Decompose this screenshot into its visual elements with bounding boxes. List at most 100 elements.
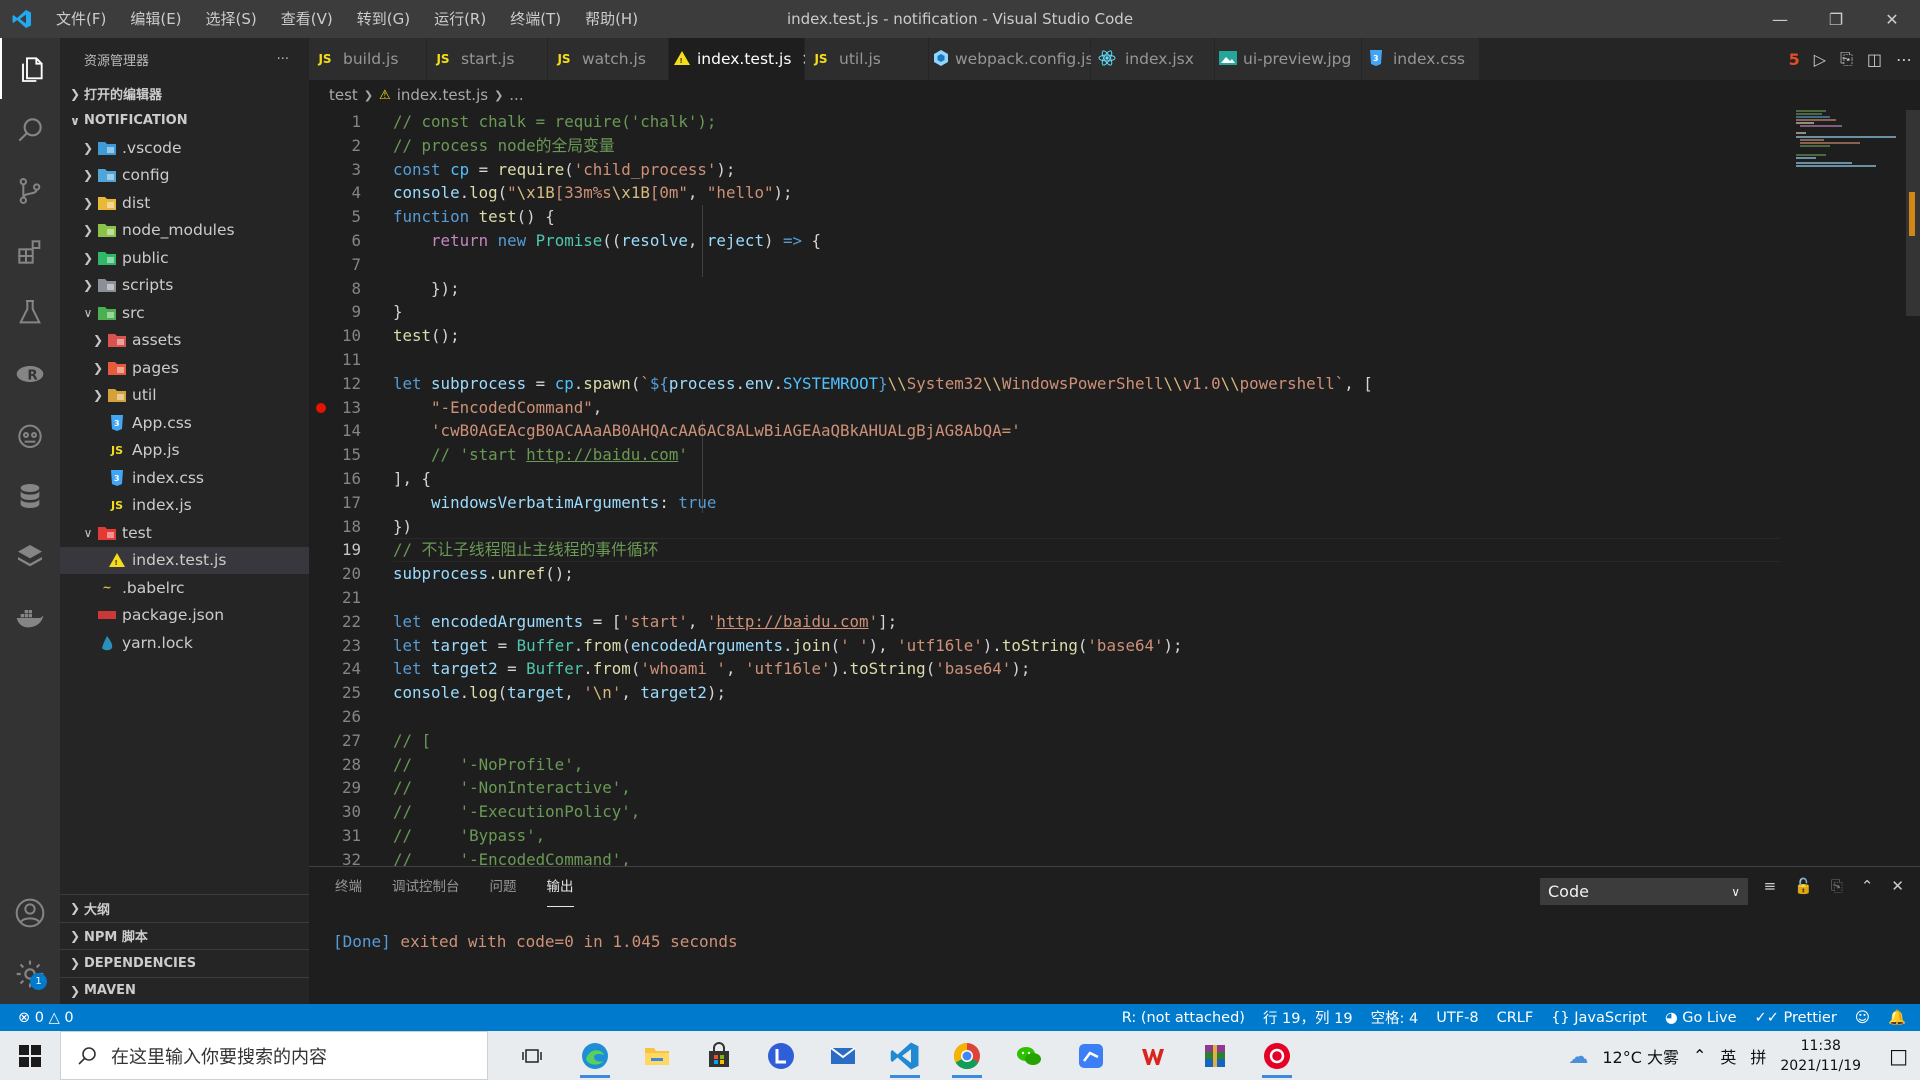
extensions-icon[interactable] — [0, 221, 60, 282]
weather-icon[interactable]: ☁ — [1568, 1044, 1588, 1068]
indentation[interactable]: 空格: 4 — [1371, 1007, 1419, 1028]
minimap[interactable] — [1794, 110, 1904, 170]
tree-file[interactable]: JS App.js — [60, 437, 309, 465]
editor-tab[interactable]: JS watch.js — [548, 38, 669, 80]
editor-tab[interactable]: webpack.config.js — [929, 38, 1094, 80]
editor-tab[interactable]: JS util.js — [805, 38, 929, 80]
file-explorer-icon[interactable] — [626, 1031, 688, 1080]
sidebar-section[interactable]: ❯ 大纲 — [60, 894, 309, 922]
menu-item[interactable]: 终端(T) — [498, 0, 573, 38]
settings-gear-icon[interactable]: 1 — [0, 943, 60, 1004]
editor-tab[interactable]: JS build.js — [309, 38, 427, 80]
weather-text[interactable]: 12°C 大雾 — [1602, 1044, 1679, 1068]
wps-icon[interactable] — [1122, 1031, 1184, 1080]
menu-item[interactable]: 编辑(E) — [118, 0, 193, 38]
menu-item[interactable]: 选择(S) — [194, 0, 269, 38]
close-window-button[interactable]: ✕ — [1864, 0, 1920, 38]
tree-file[interactable]: ! index.test.js — [60, 546, 309, 574]
tree-file[interactable]: ~ .babelrc — [60, 574, 309, 602]
chrome-icon[interactable] — [936, 1031, 998, 1080]
cursor-position[interactable]: 行 19，列 19 — [1263, 1007, 1353, 1028]
sidebar-section[interactable]: ❯ MAVEN — [60, 976, 309, 1005]
source-control-icon[interactable] — [0, 160, 60, 221]
breadcrumb-folder[interactable]: test — [329, 86, 358, 104]
explorer-icon[interactable] — [0, 38, 60, 99]
tree-file[interactable]: package.json — [60, 602, 309, 630]
tree-folder[interactable]: ❯ node_modules — [60, 217, 309, 245]
tree-folder[interactable]: ❯ dist — [60, 189, 309, 217]
open-changes-icon[interactable]: ⎘ — [1840, 49, 1853, 69]
menu-item[interactable]: 转到(G) — [345, 0, 422, 38]
tree-folder[interactable]: ∨ src — [60, 299, 309, 327]
r-status[interactable]: R: (not attached) — [1122, 1010, 1245, 1026]
split-editor-icon[interactable]: ◫ — [1867, 50, 1882, 69]
encoding[interactable]: UTF-8 — [1436, 1010, 1478, 1026]
restore-button[interactable]: ❐ — [1808, 0, 1864, 38]
language-mode[interactable]: {} JavaScript — [1551, 1010, 1647, 1026]
sidebar-section[interactable]: ❯ NPM 脚本 — [60, 921, 309, 950]
go-live-button[interactable]: ◕ Go Live — [1665, 1010, 1737, 1026]
project-section[interactable]: ∨ NOTIFICATION — [60, 107, 309, 134]
tree-folder[interactable]: ❯ assets — [60, 327, 309, 355]
editor-tab[interactable]: !index.test.js✕ — [669, 38, 815, 80]
run-icon[interactable]: ▷ — [1814, 50, 1826, 69]
tree-folder[interactable]: ❯ config — [60, 162, 309, 190]
vscode-icon[interactable] — [874, 1031, 936, 1080]
ime-mode[interactable]: 拼 — [1750, 1044, 1766, 1068]
prettier-status[interactable]: ✓✓ Prettier — [1755, 1010, 1837, 1026]
tree-folder[interactable]: ❯ public — [60, 244, 309, 272]
store-icon[interactable] — [688, 1031, 750, 1080]
editor-tab[interactable]: index.jsx — [1091, 38, 1215, 80]
tree-folder[interactable]: ❯ .vscode — [60, 134, 309, 162]
editor-tab[interactable]: 3 index.css — [1362, 38, 1480, 80]
tree-folder[interactable]: ❯ pages — [60, 354, 309, 382]
problems-indicator[interactable]: ⊗ 0 △ 0 — [18, 1010, 74, 1026]
notification-center-icon[interactable]: □ — [1889, 1044, 1908, 1068]
breadcrumb-file[interactable]: index.test.js — [397, 86, 488, 104]
more-actions-button[interactable]: ··· — [277, 52, 289, 67]
remote-icon[interactable]: R — [0, 343, 60, 404]
system-clock[interactable]: 11:38 2021/11/19 — [1780, 1036, 1861, 1076]
winrar-icon[interactable] — [1184, 1031, 1246, 1080]
more-icon[interactable]: ⋯ — [1896, 50, 1912, 69]
panel-tab[interactable]: 终端 — [335, 867, 362, 907]
mail-icon[interactable] — [812, 1031, 874, 1080]
html5-icon[interactable]: 5 — [1789, 50, 1800, 69]
docker-icon[interactable] — [0, 587, 60, 648]
tree-folder[interactable]: ❯ util — [60, 382, 309, 410]
robot-icon[interactable] — [0, 404, 60, 465]
clear-output-icon[interactable]: ≡ — [1764, 877, 1777, 895]
netease-music-icon[interactable] — [1246, 1031, 1308, 1080]
testing-icon[interactable] — [0, 282, 60, 343]
tree-file[interactable]: 3 App.css — [60, 409, 309, 437]
lark-icon[interactable] — [750, 1031, 812, 1080]
feishu-icon[interactable] — [1060, 1031, 1122, 1080]
chevron-up-icon[interactable]: ⌃ — [1693, 1046, 1706, 1065]
maximize-panel-icon[interactable]: ⌃ — [1861, 877, 1874, 895]
code-editor[interactable]: 1 // const chalk = require('chalk'); 2 // p… — [309, 110, 1920, 866]
sidebar-section[interactable]: ❯ DEPENDENCIES — [60, 949, 309, 977]
tree-file[interactable]: JS index.js — [60, 492, 309, 520]
open-log-icon[interactable]: ⎘ — [1831, 877, 1843, 895]
editor-tab[interactable]: JS start.js — [427, 38, 548, 80]
end-of-line[interactable]: CRLF — [1497, 1010, 1534, 1026]
menu-item[interactable]: 查看(V) — [269, 0, 345, 38]
taskbar-search-box[interactable]: 在这里输入你要搜索的内容 — [60, 1031, 488, 1080]
close-panel-icon[interactable]: ✕ — [1891, 877, 1904, 895]
tree-file[interactable]: 3 index.css — [60, 464, 309, 492]
menu-item[interactable]: 运行(R) — [422, 0, 498, 38]
account-icon[interactable] — [0, 882, 60, 943]
editor-tab[interactable]: ui-preview.jpg — [1215, 38, 1362, 80]
windows-start-icon[interactable] — [0, 1031, 60, 1080]
tree-file[interactable]: yarn.lock — [60, 629, 309, 657]
ime-language[interactable]: 英 — [1720, 1044, 1736, 1068]
search-icon[interactable] — [0, 99, 60, 160]
editor-scrollbar[interactable] — [1906, 110, 1920, 866]
layers-icon[interactable] — [0, 526, 60, 587]
lock-scroll-icon[interactable]: 🔓 — [1794, 877, 1813, 895]
breadcrumb-symbol[interactable]: ... — [509, 86, 523, 104]
task-view-icon[interactable] — [502, 1031, 564, 1080]
notifications-icon[interactable]: 🔔 — [1888, 1009, 1906, 1026]
tree-folder[interactable]: ∨ test — [60, 519, 309, 547]
database-icon[interactable] — [0, 465, 60, 526]
